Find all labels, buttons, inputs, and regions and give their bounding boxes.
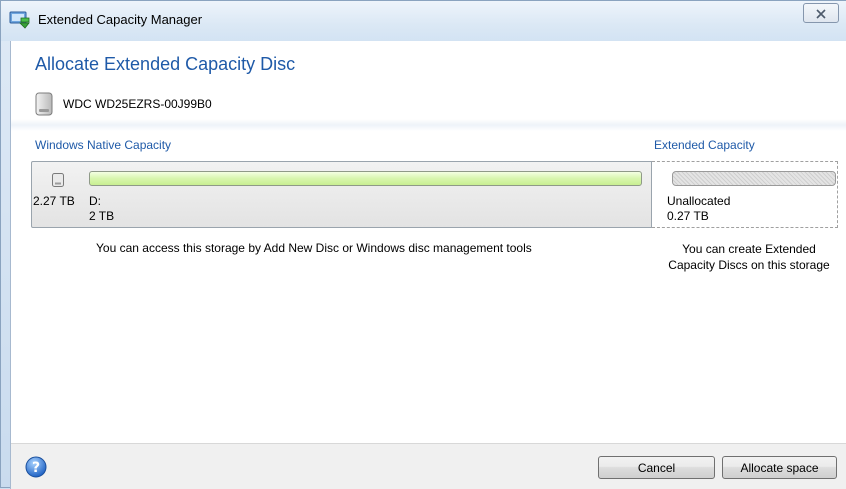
allocate-space-button[interactable]: Allocate space (722, 456, 837, 479)
disk-manager-icon (9, 9, 31, 29)
dialog-footer: ? Cancel Allocate space (11, 443, 846, 489)
window-title: Extended Capacity Manager (38, 12, 203, 27)
native-capacity-label: Windows Native Capacity (35, 138, 172, 152)
page-title: Allocate Extended Capacity Disc (35, 54, 296, 74)
native-capacity-panel[interactable]: 2.27 TB D: 2 TB (31, 161, 652, 228)
native-description: You can access this storage by Add New D… (96, 241, 532, 255)
extended-description: You can create Extended Capacity Discs o… (659, 241, 839, 273)
unallocated-bar[interactable] (672, 171, 836, 186)
extended-description-line2: Capacity Discs on this storage (668, 258, 830, 272)
svg-text:?: ? (32, 460, 40, 476)
partition-size: 2 TB (89, 209, 115, 223)
close-icon (816, 4, 826, 23)
divider (11, 119, 846, 131)
partition-bar[interactable] (89, 171, 642, 186)
extended-capacity-label: Extended Capacity (654, 138, 755, 152)
disk-info: WDC WD25EZRS-00J99B0 (35, 91, 212, 117)
disk-total-size: 2.27 TB (33, 194, 75, 208)
hard-disk-icon (35, 92, 53, 116)
unallocated-label: Unallocated (667, 194, 731, 208)
extended-capacity-panel[interactable]: Unallocated 0.27 TB (652, 161, 838, 228)
unallocated-size: 0.27 TB (667, 209, 709, 223)
close-button[interactable] (803, 3, 839, 23)
dialog-window: Extended Capacity Manager Allocate Exten… (0, 0, 846, 489)
title-bar[interactable]: Extended Capacity Manager (1, 1, 846, 41)
cancel-button[interactable]: Cancel (598, 456, 715, 479)
help-icon[interactable]: ? (25, 456, 47, 478)
extended-description-line1: You can create Extended (682, 242, 816, 256)
dialog-content: Allocate Extended Capacity Disc WDC WD25… (10, 41, 846, 489)
disk-name: WDC WD25EZRS-00J99B0 (63, 97, 212, 111)
partition-letter: D: (89, 194, 101, 208)
disk-small-icon (52, 172, 64, 187)
